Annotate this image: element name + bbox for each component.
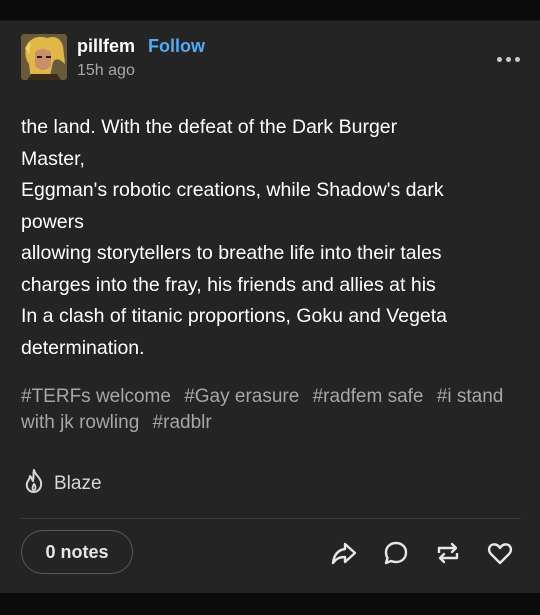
body-line: allowing storytellers to breathe life in… [21,242,442,264]
post-tags: #TERFs welcome #Gay erasure #radfem safe… [21,384,521,436]
heart-icon[interactable] [486,539,514,567]
dot [515,56,520,62]
share-arrow-icon[interactable] [330,539,358,567]
reply-bubble-icon[interactable] [382,539,410,567]
post-header: pillfem Follow 15h ago [21,34,521,82]
tag-link[interactable]: #radblr [153,412,212,433]
body-line: powers [21,210,84,233]
body-line: Eggman's robotic creations, while Shadow… [21,179,444,201]
body-line: the land. With the defeat of the Dark Bu… [21,116,398,138]
post-timestamp: 15h ago [77,62,135,79]
avatar[interactable] [21,34,67,80]
username[interactable]: pillfem [77,36,135,57]
body-line: Master, [21,147,85,170]
tag-link[interactable]: #TERFs welcome [21,386,171,407]
blaze-button[interactable]: Blaze [22,468,102,500]
tag-link[interactable]: #Gay erasure [184,386,299,407]
body-line: charges into the fray, his friends and a… [21,273,436,296]
more-options-icon[interactable] [497,54,523,64]
dot [506,56,511,62]
tag-link[interactable]: #radfem safe [313,386,424,407]
divider [21,518,521,519]
flame-icon [22,468,46,500]
dot [497,56,502,62]
notes-button[interactable]: 0 notes [21,530,133,574]
body-line: In a clash of titanic proportions, Goku … [21,305,448,327]
post-body: the land. With the defeat of the Dark Bu… [21,112,521,364]
follow-button[interactable]: Follow [148,36,205,57]
post-card: pillfem Follow 15h ago the land. With th… [0,20,540,593]
reblog-icon[interactable] [434,539,462,567]
body-line: determination. [21,336,145,359]
blaze-label: Blaze [54,473,102,494]
